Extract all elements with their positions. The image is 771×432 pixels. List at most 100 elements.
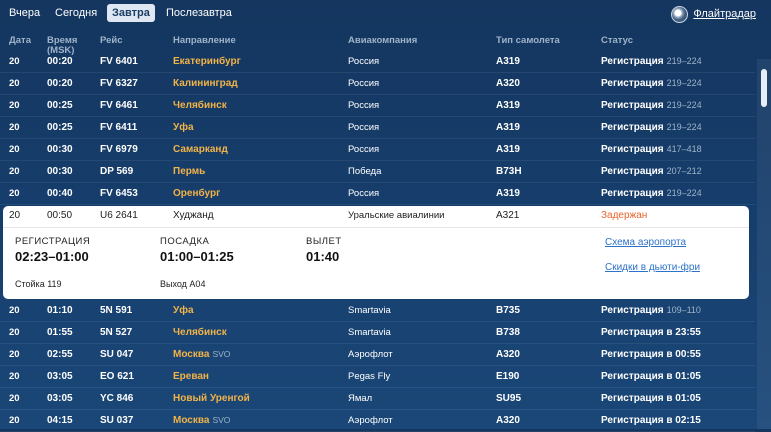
checkin-counter: Стойка 119 (15, 279, 62, 289)
flight-number: SU 037 (100, 415, 134, 426)
flight-number: FV 6461 (100, 100, 138, 111)
flight-airline: Россия (348, 144, 380, 155)
flight-date: 20 (9, 56, 20, 67)
flight-status: Регистрация в 23:55 (601, 327, 701, 338)
checkin-counters: 219–224 (666, 78, 702, 88)
airport-code: SVO (212, 415, 231, 425)
flight-date: 20 (9, 166, 20, 177)
flight-number: FV 6453 (100, 188, 138, 199)
flightradar-link[interactable]: Флайтрадар (671, 5, 756, 23)
flight-status: Регистрация в 01:05 (601, 371, 701, 382)
flight-row[interactable]: 20 03:05 EO 621 Ереван Pegas Fly E190 Регистра… (0, 365, 755, 388)
flight-row[interactable]: 20 01:10 5N 591 Уфа Smartavia B735 Регистрация… (0, 299, 755, 322)
flight-number: 5N 591 (100, 305, 133, 316)
column-airline: Авиакомпания (348, 35, 418, 46)
expanded-flight-card[interactable]: 20 00:50 U6 2641 Худжанд Уральские авиал… (3, 206, 749, 299)
flight-row[interactable]: 20 00:20 FV 6327 Калининград Россия A320 Регис… (0, 72, 755, 95)
column-date: Дата (9, 35, 31, 46)
flight-airline: Россия (348, 78, 380, 89)
column-flight: Рейс (100, 35, 123, 46)
flight-destination: Уфа (173, 305, 194, 316)
scrollbar-thumb[interactable] (761, 69, 767, 107)
flight-status: Регистрация 109–110 (601, 305, 701, 316)
flight-row[interactable]: 20 02:55 SU 047 Москва SVO Аэрофлот A320 Регист… (0, 343, 755, 366)
flight-status-delayed: Задержан (601, 210, 648, 221)
flight-row[interactable]: 20 01:55 5N 527 Челябинск Smartavia B738 Регис… (0, 321, 755, 344)
flight-status: Регистрация 417–418 (601, 144, 702, 155)
expanded-flight-row[interactable]: 20 00:50 U6 2641 Худжанд Уральские авиал… (3, 206, 749, 228)
flight-airline: Smartavia (348, 305, 391, 316)
flight-destination: Челябинск (173, 100, 227, 111)
flight-aircraft: A319 (496, 100, 520, 111)
flight-number: FV 6979 (100, 144, 138, 155)
airport-map-link[interactable]: Схема аэропорта (605, 237, 686, 248)
checkin-counters: 219–224 (666, 188, 702, 198)
flight-aircraft: A320 (496, 78, 520, 89)
day-tabs-bar: Вчера Сегодня Завтра Послезавтра Флайтра… (0, 0, 771, 28)
flight-destination: Калининград (173, 78, 238, 89)
tab-after-tomorrow[interactable]: Послезавтра (161, 4, 237, 22)
flight-time: 04:15 (47, 415, 73, 426)
flightradar-label: Флайтрадар (693, 8, 756, 20)
flight-number: FV 6327 (100, 78, 138, 89)
flight-number: DP 569 (100, 166, 134, 177)
flight-destination: Челябинск (173, 327, 227, 338)
flight-airline: Россия (348, 188, 380, 199)
flight-destination: Пермь (173, 166, 206, 177)
flight-aircraft: A319 (496, 144, 520, 155)
boarding-gate: Выход A04 (160, 279, 206, 289)
boarding-label: ПОСАДКА (160, 236, 210, 247)
flight-time: 00:30 (47, 166, 73, 177)
flight-date: 20 (9, 188, 20, 199)
tab-tomorrow[interactable]: Завтра (107, 4, 155, 22)
checkin-counters: 219–224 (666, 100, 702, 110)
flight-time: 00:30 (47, 144, 73, 155)
flight-row[interactable]: 20 00:30 FV 6979 Самарканд Россия A319 Регистр… (0, 138, 755, 161)
flight-number: YC 846 (100, 393, 134, 404)
duty-free-link[interactable]: Скидки в дьюти-фри (605, 262, 700, 273)
flight-time: 02:55 (47, 349, 73, 360)
scrollbar[interactable] (757, 59, 771, 429)
flight-destination: Новый Уренгой (173, 393, 250, 404)
flight-date: 20 (9, 144, 20, 155)
departure-value: 01:40 (306, 249, 340, 264)
tab-yesterday[interactable]: Вчера (4, 4, 45, 22)
airport-code: SVO (212, 349, 231, 359)
boarding-value: 01:00–01:25 (160, 249, 234, 264)
flight-airline: Smartavia (348, 327, 391, 338)
flight-row[interactable]: 20 00:40 FV 6453 Оренбург Россия A319 Регистра… (0, 182, 755, 205)
flight-date: 20 (9, 349, 20, 360)
checkin-value: 02:23–01:00 (15, 249, 89, 264)
departure-label: ВЫЛЕТ (306, 236, 342, 247)
flight-time: 00:25 (47, 122, 73, 133)
flight-time: 03:05 (47, 371, 73, 382)
flight-row[interactable]: 20 00:25 FV 6461 Челябинск Россия A319 Регистр… (0, 94, 755, 117)
flight-status: Регистрация 219–224 (601, 122, 702, 133)
flight-status: Регистрация 207–212 (601, 166, 702, 177)
flight-status: Регистрация в 01:05 (601, 393, 701, 404)
flight-status: Регистрация 219–224 (601, 188, 702, 199)
flight-row[interactable]: 20 00:30 DP 569 Пермь Победа B73H Регистрация 2… (0, 160, 755, 183)
flight-date: 20 (9, 100, 20, 111)
flight-destination: Худжанд (173, 210, 214, 221)
flight-number: FV 6411 (100, 122, 138, 133)
flight-aircraft: E190 (496, 371, 520, 382)
flight-airline: Pegas Fly (348, 371, 391, 382)
flight-airline: Уральские авиалинии (348, 210, 445, 221)
flight-aircraft: B735 (496, 305, 520, 316)
flight-time: 03:05 (47, 393, 73, 404)
flight-aircraft: B738 (496, 327, 520, 338)
flight-aircraft: A319 (496, 188, 520, 199)
flight-aircraft: A320 (496, 349, 520, 360)
flight-row[interactable]: 20 03:05 YC 846 Новый Уренгой Ямал SU95 Регист… (0, 387, 755, 410)
flight-number: EO 621 (100, 371, 134, 382)
flight-time: 01:10 (47, 305, 73, 316)
flight-destination: Москва SVO (173, 415, 231, 426)
flight-time: 00:40 (47, 188, 73, 199)
flight-row[interactable]: 20 00:25 FV 6411 Уфа Россия A319 Регистрация 21… (0, 116, 755, 139)
flight-status: Регистрация 219–224 (601, 100, 702, 111)
column-destination: Направление (173, 35, 236, 46)
flight-aircraft: A319 (496, 56, 520, 67)
flight-row[interactable]: 20 00:20 FV 6401 Екатеринбург Россия A319 Реги… (0, 50, 755, 73)
tab-today[interactable]: Сегодня (50, 4, 102, 22)
